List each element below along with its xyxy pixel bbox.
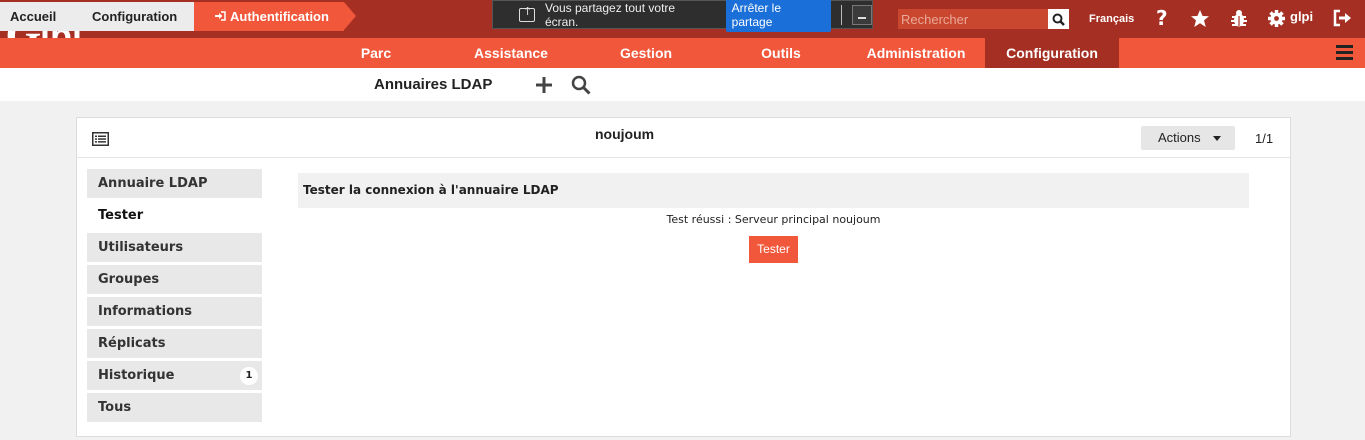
menu-assistance[interactable]: Assistance xyxy=(460,38,562,68)
minimize-share-button[interactable] xyxy=(852,4,872,25)
screen-share-message: Vous partagez tout votre écran. xyxy=(544,0,676,29)
section-heading: Tester la connexion à l'annuaire LDAP xyxy=(298,173,1249,208)
count-badge: 1 xyxy=(240,367,258,385)
main-menu: Parc Assistance Gestion Outils Administr… xyxy=(0,38,1365,68)
gear-icon[interactable] xyxy=(1265,7,1287,29)
hamburger-menu-icon[interactable] xyxy=(1336,45,1353,60)
search-icon[interactable] xyxy=(571,75,591,95)
tab-historique-label: Historique xyxy=(98,368,175,383)
divider xyxy=(841,4,842,25)
star-icon[interactable] xyxy=(1189,7,1211,29)
tab-informations-avancees[interactable]: Informations avancées xyxy=(87,297,262,348)
test-button[interactable]: Tester xyxy=(749,236,798,263)
tab-tous[interactable]: Tous xyxy=(87,393,262,422)
tab-historique[interactable]: Historique 1 xyxy=(87,361,262,390)
logout-icon[interactable] xyxy=(1331,7,1353,29)
menu-gestion[interactable]: Gestion xyxy=(605,38,687,68)
tab-utilisateurs[interactable]: Utilisateurs xyxy=(87,233,262,262)
language-selector[interactable]: Français xyxy=(1089,13,1134,25)
actions-dropdown[interactable]: Actions xyxy=(1141,126,1235,150)
list-icon[interactable] xyxy=(92,132,109,146)
search-button[interactable] xyxy=(1048,9,1069,29)
sign-in-icon xyxy=(215,11,226,21)
tab-list: Annuaire LDAP Tester Utilisateurs Groupe… xyxy=(87,169,262,425)
search-icon xyxy=(1052,13,1065,26)
tab-tester[interactable]: Tester xyxy=(87,201,262,230)
share-screen-icon xyxy=(519,5,535,22)
bug-icon[interactable] xyxy=(1228,7,1250,29)
page-title[interactable]: Annuaires LDAP xyxy=(374,76,492,93)
breadcrumb-home[interactable]: Accueil xyxy=(0,2,68,31)
pager: 1/1 xyxy=(1255,131,1274,146)
record-name: noujoum xyxy=(595,126,655,142)
menu-configuration[interactable]: Configuration xyxy=(985,38,1119,68)
breadcrumb-authentication[interactable]: Authentification xyxy=(194,2,344,31)
breadcrumb-separator xyxy=(344,2,356,30)
tab-replicats[interactable]: Réplicats xyxy=(87,329,262,358)
menu-parc[interactable]: Parc xyxy=(344,38,408,68)
caret-down-icon xyxy=(1213,136,1221,141)
user-menu[interactable]: glpi xyxy=(1290,9,1313,24)
menu-outils[interactable]: Outils xyxy=(745,38,817,68)
help-icon[interactable]: ? xyxy=(1152,7,1174,29)
record-panel: noujoum Actions 1/1 Annuaire LDAP Tester… xyxy=(76,117,1291,437)
search-input[interactable] xyxy=(898,9,1048,29)
screen-share-bar: Vous partagez tout votre écran. Arrêter … xyxy=(492,0,873,32)
test-result: Test réussi : Serveur principal noujoum xyxy=(666,213,881,226)
svg-text:?: ? xyxy=(1156,8,1168,28)
plus-icon[interactable] xyxy=(535,76,553,94)
breadcrumb-authentication-label: Authentification xyxy=(230,9,329,24)
record-header: noujoum Actions 1/1 xyxy=(77,118,1290,158)
breadcrumb-configuration[interactable]: Configuration xyxy=(68,2,194,31)
menu-administration[interactable]: Administration xyxy=(856,38,976,68)
actions-label: Actions xyxy=(1158,130,1201,145)
tab-annuaire-ldap[interactable]: Annuaire LDAP xyxy=(87,169,262,198)
breadcrumb xyxy=(0,68,1365,101)
stop-sharing-button[interactable]: Arrêter le partage xyxy=(725,0,831,32)
tab-groupes[interactable]: Groupes xyxy=(87,265,262,294)
